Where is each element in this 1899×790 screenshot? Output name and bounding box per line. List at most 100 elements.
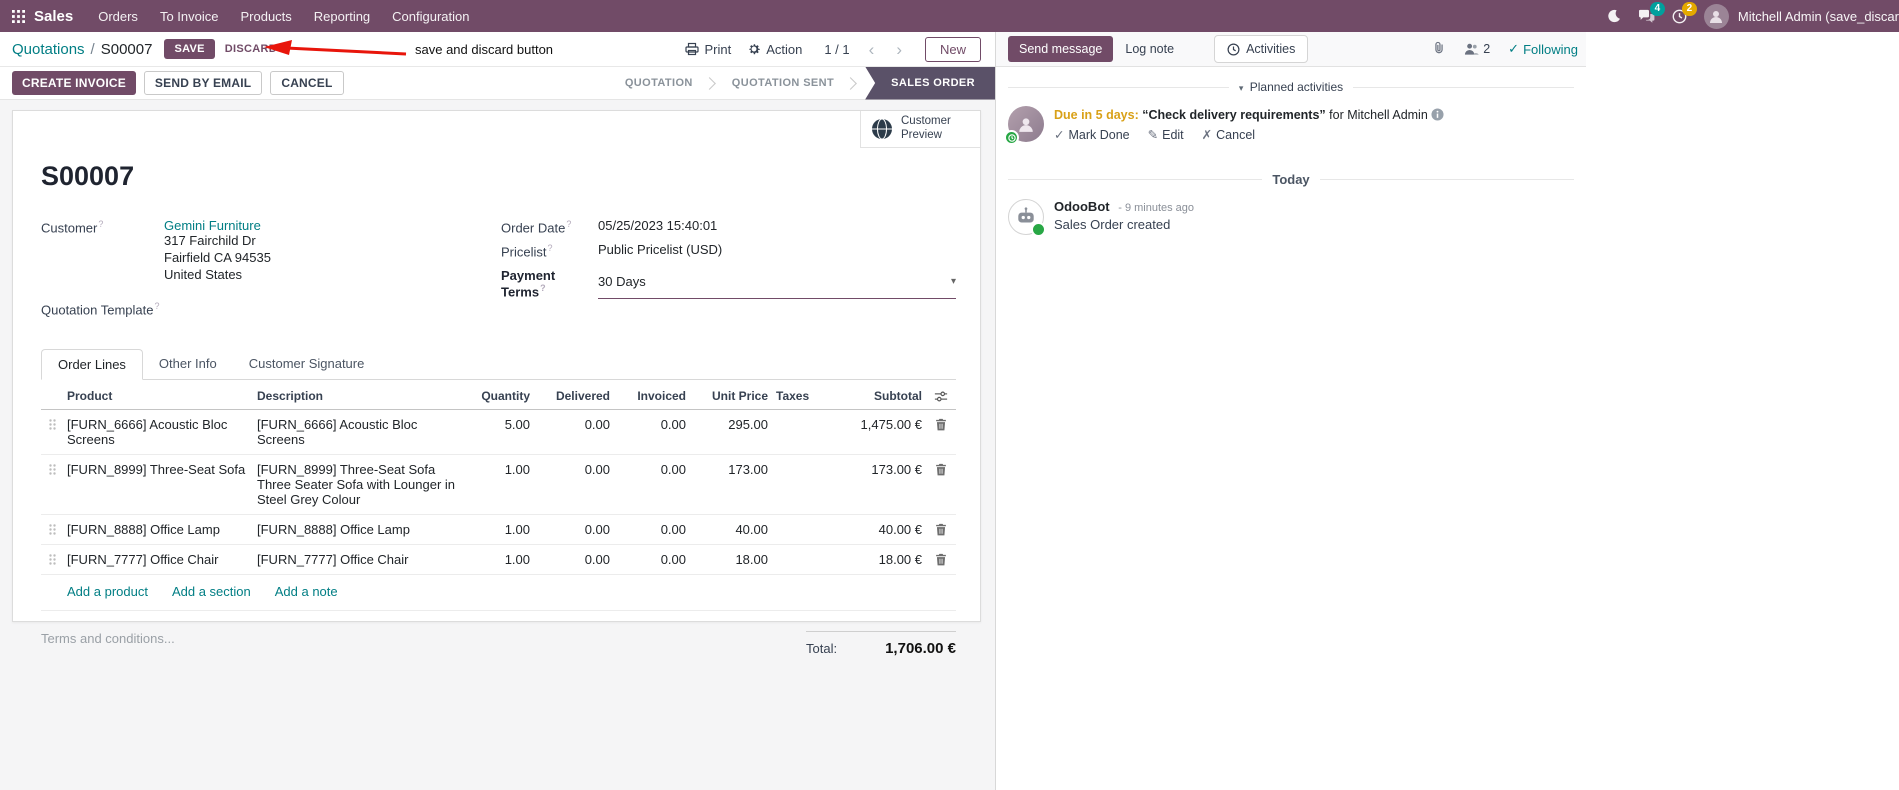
terms-and-conditions-placeholder[interactable]: Terms and conditions... (41, 631, 806, 646)
cell-product[interactable]: [FURN_6666] Acoustic Bloc Screens (63, 410, 253, 454)
cell-delivered[interactable]: 0.00 (534, 455, 614, 484)
moon-icon[interactable] (1607, 9, 1621, 23)
messages-icon[interactable]: 4 (1638, 1, 1665, 24)
drag-handle-icon[interactable] (41, 410, 63, 437)
menu-products[interactable]: Products (229, 2, 302, 31)
cell-taxes[interactable] (772, 455, 832, 469)
menu-reporting[interactable]: Reporting (303, 2, 381, 31)
column-options-icon[interactable] (926, 382, 956, 409)
cell-unit-price[interactable]: 40.00 (690, 515, 772, 544)
cell-delivered[interactable]: 0.00 (534, 515, 614, 544)
cell-taxes[interactable] (772, 545, 832, 559)
delete-row-icon[interactable] (926, 410, 956, 438)
header-quantity[interactable]: Quantity (460, 383, 534, 409)
customer-preview-button[interactable]: Customer Preview (860, 111, 980, 148)
attachment-paperclip-icon[interactable] (1432, 40, 1446, 58)
planned-activities-header[interactable]: ▾ Planned activities (1008, 80, 1574, 94)
pager-next-icon[interactable]: › (893, 41, 905, 58)
cell-product[interactable]: [FURN_8999] Three-Seat Sofa (63, 455, 253, 484)
add-a-product-link[interactable]: Add a product (67, 584, 148, 599)
drag-handle-icon[interactable] (41, 455, 63, 482)
status-quotation-sent[interactable]: QUOTATION SENT (724, 77, 842, 89)
save-button[interactable]: SAVE (164, 39, 215, 59)
header-unit-price[interactable]: Unit Price (690, 383, 772, 409)
cell-delivered[interactable]: 0.00 (534, 410, 614, 439)
send-by-email-button[interactable]: SEND BY EMAIL (143, 71, 263, 95)
app-brand[interactable]: Sales (34, 8, 73, 25)
delete-row-icon[interactable] (926, 455, 956, 483)
action-button[interactable]: Action (747, 42, 802, 57)
delete-row-icon[interactable] (926, 545, 956, 573)
cell-unit-price[interactable]: 295.00 (690, 410, 772, 439)
cell-product[interactable]: [FURN_8888] Office Lamp (63, 515, 253, 544)
cancel-button[interactable]: CANCEL (270, 71, 344, 95)
header-description[interactable]: Description (253, 383, 460, 409)
print-button[interactable]: Print (685, 42, 731, 57)
payment-terms-input[interactable] (598, 274, 951, 290)
menu-configuration[interactable]: Configuration (381, 2, 480, 31)
followers-button[interactable]: 2 (1464, 42, 1490, 56)
breadcrumb-quotations[interactable]: Quotations (12, 41, 85, 58)
drag-handle-icon[interactable] (41, 515, 63, 542)
cell-taxes[interactable] (772, 515, 832, 529)
pricelist-field[interactable]: Public Pricelist (USD) (598, 242, 722, 259)
header-taxes[interactable]: Taxes (772, 383, 832, 409)
cell-subtotal[interactable]: 40.00 € (832, 515, 926, 544)
menu-orders[interactable]: Orders (87, 2, 149, 31)
activities-tab[interactable]: Activities (1214, 35, 1309, 63)
pager-previous-icon[interactable]: ‹ (866, 41, 878, 58)
menu-to-invoice[interactable]: To Invoice (149, 2, 230, 31)
edit-activity-button[interactable]: ✎ Edit (1148, 127, 1184, 142)
order-date-field[interactable]: 05/25/2023 15:40:01 (598, 218, 717, 235)
delete-row-icon[interactable] (926, 515, 956, 543)
tab-customer-signature[interactable]: Customer Signature (233, 349, 381, 380)
status-quotation[interactable]: QUOTATION (617, 77, 701, 89)
add-a-section-link[interactable]: Add a section (172, 584, 251, 599)
header-subtotal[interactable]: Subtotal (832, 383, 926, 409)
cell-description[interactable]: [FURN_6666] Acoustic Bloc Screens (253, 410, 460, 454)
cell-product[interactable]: [FURN_7777] Office Chair (63, 545, 253, 574)
cell-description[interactable]: [FURN_8999] Three-Seat Sofa Three Seater… (253, 455, 460, 514)
cell-quantity[interactable]: 1.00 (460, 515, 534, 544)
header-product[interactable]: Product (63, 383, 253, 409)
payment-terms-field[interactable]: ▾ (598, 267, 956, 299)
cell-invoiced[interactable]: 0.00 (614, 455, 690, 484)
apps-grid-icon[interactable] (12, 9, 25, 23)
create-invoice-button[interactable]: CREATE INVOICE (12, 71, 136, 95)
table-row[interactable]: [FURN_7777] Office Chair [FURN_7777] Off… (41, 545, 956, 575)
status-sales-order[interactable]: SALES ORDER (865, 66, 995, 100)
info-icon[interactable] (1431, 108, 1444, 121)
cell-subtotal[interactable]: 173.00 € (832, 455, 926, 484)
tab-order-lines[interactable]: Order Lines (41, 349, 143, 380)
message-author[interactable]: OdooBot (1054, 199, 1110, 214)
send-message-button[interactable]: Send message (1008, 36, 1114, 62)
cell-delivered[interactable]: 0.00 (534, 545, 614, 574)
user-name[interactable]: Mitchell Admin (save_discar (1738, 9, 1899, 24)
customer-field[interactable]: Gemini Furniture 317 Fairchild Dr Fairfi… (164, 218, 271, 284)
drag-handle-icon[interactable] (41, 545, 63, 572)
cell-description[interactable]: [FURN_7777] Office Chair (253, 545, 460, 574)
cell-quantity[interactable]: 5.00 (460, 410, 534, 439)
table-row[interactable]: [FURN_6666] Acoustic Bloc Screens [FURN_… (41, 410, 956, 455)
tab-other-info[interactable]: Other Info (143, 349, 233, 380)
cell-taxes[interactable] (772, 410, 832, 424)
cell-invoiced[interactable]: 0.00 (614, 545, 690, 574)
cell-invoiced[interactable]: 0.00 (614, 515, 690, 544)
new-button[interactable]: New (924, 36, 981, 62)
header-delivered[interactable]: Delivered (534, 383, 614, 409)
header-invoiced[interactable]: Invoiced (614, 383, 690, 409)
mark-done-button[interactable]: ✓ Mark Done (1054, 127, 1130, 142)
cell-unit-price[interactable]: 18.00 (690, 545, 772, 574)
cell-quantity[interactable]: 1.00 (460, 545, 534, 574)
cell-unit-price[interactable]: 173.00 (690, 455, 772, 484)
user-avatar[interactable] (1703, 3, 1729, 29)
cell-subtotal[interactable]: 1,475.00 € (832, 410, 926, 439)
following-button[interactable]: ✓ Following (1508, 41, 1578, 57)
add-a-note-link[interactable]: Add a note (275, 584, 338, 599)
cancel-activity-button[interactable]: ✗ Cancel (1202, 127, 1255, 142)
log-note-button[interactable]: Log note (1113, 36, 1186, 62)
table-row[interactable]: [FURN_8999] Three-Seat Sofa [FURN_8999] … (41, 455, 956, 515)
activities-clock-icon[interactable]: 2 (1672, 1, 1697, 24)
table-row[interactable]: [FURN_8888] Office Lamp [FURN_8888] Offi… (41, 515, 956, 545)
cell-invoiced[interactable]: 0.00 (614, 410, 690, 439)
